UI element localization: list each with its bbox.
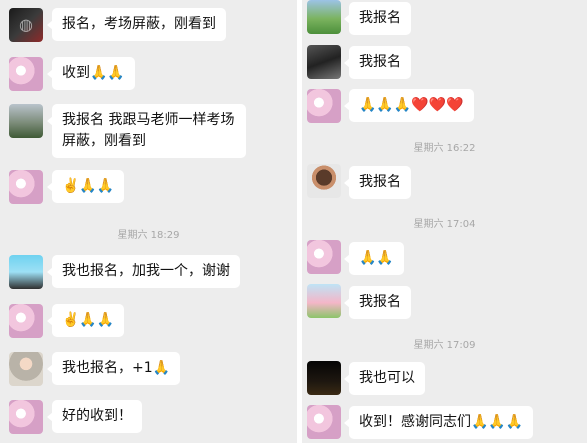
- message-bubble[interactable]: 我报名 我跟马老师一样考场屏蔽，刚看到: [47, 104, 246, 158]
- timestamp: 星期六 17:09: [413, 340, 476, 351]
- timestamp: 星期六 17:04: [413, 219, 476, 230]
- girl-portrait-avatar[interactable]: [9, 352, 43, 386]
- bicycle-photo-avatar[interactable]: [307, 45, 341, 79]
- message-bubble[interactable]: 我也报名，加我一个，谢谢: [47, 255, 240, 288]
- cartoon-girl-avatar[interactable]: [307, 164, 341, 198]
- pink-flowers-avatar[interactable]: [9, 304, 43, 338]
- field-photo-avatar[interactable]: [307, 0, 341, 34]
- message-bubble[interactable]: 我报名: [344, 2, 411, 35]
- message-bubble[interactable]: ✌️🙏🙏: [46, 170, 125, 203]
- chat-panel-right[interactable]: 我报名 我报名 🙏🙏🙏❤️❤️❤️ 星期六 16:22 我报名 星期六 17:0…: [302, 0, 587, 443]
- message-bubble[interactable]: 我报名: [344, 286, 411, 319]
- timestamp: 星期六 18:29: [117, 230, 180, 241]
- cartoon-pigs-avatar[interactable]: [307, 284, 341, 318]
- message-bubble[interactable]: ✌️🙏🙏: [46, 304, 125, 337]
- message-bubble[interactable]: 好的收到！: [47, 400, 142, 433]
- red-portrait-avatar[interactable]: ◍: [9, 8, 43, 42]
- pink-flowers-avatar[interactable]: [307, 240, 341, 274]
- message-bubble[interactable]: 我报名: [344, 166, 411, 199]
- message-bubble[interactable]: 报名，考场屏蔽，刚看到: [47, 8, 226, 41]
- pink-flowers-avatar[interactable]: [307, 89, 341, 123]
- sky-portrait-avatar[interactable]: [9, 255, 43, 289]
- pink-flowers-avatar[interactable]: [9, 170, 43, 204]
- message-bubble[interactable]: 🙏🙏🙏❤️❤️❤️: [344, 89, 474, 122]
- chat-screenshot-pair: ◍ 报名，考场屏蔽，刚看到 收到🙏🙏 我报名 我跟马老师一样考场屏蔽，刚看到 ✌…: [0, 0, 587, 443]
- chat-panel-left[interactable]: ◍ 报名，考场屏蔽，刚看到 收到🙏🙏 我报名 我跟马老师一样考场屏蔽，刚看到 ✌…: [0, 0, 297, 443]
- message-bubble[interactable]: 🙏🙏: [344, 242, 404, 275]
- message-bubble[interactable]: 我也报名，+1🙏: [46, 352, 181, 385]
- pink-flowers-avatar[interactable]: [307, 405, 341, 439]
- night-photo-avatar[interactable]: [307, 361, 341, 395]
- message-bubble[interactable]: 我报名: [344, 46, 411, 79]
- pink-flowers-avatar[interactable]: [9, 57, 43, 91]
- timestamp: 星期六 16:22: [413, 143, 476, 154]
- message-bubble[interactable]: 收到！感谢同志们🙏🙏🙏: [343, 406, 534, 439]
- pink-flowers-avatar[interactable]: [9, 400, 43, 434]
- message-bubble[interactable]: 我也可以: [344, 362, 425, 395]
- tree-landscape-avatar[interactable]: [9, 104, 43, 138]
- message-bubble[interactable]: 收到🙏🙏: [47, 57, 135, 90]
